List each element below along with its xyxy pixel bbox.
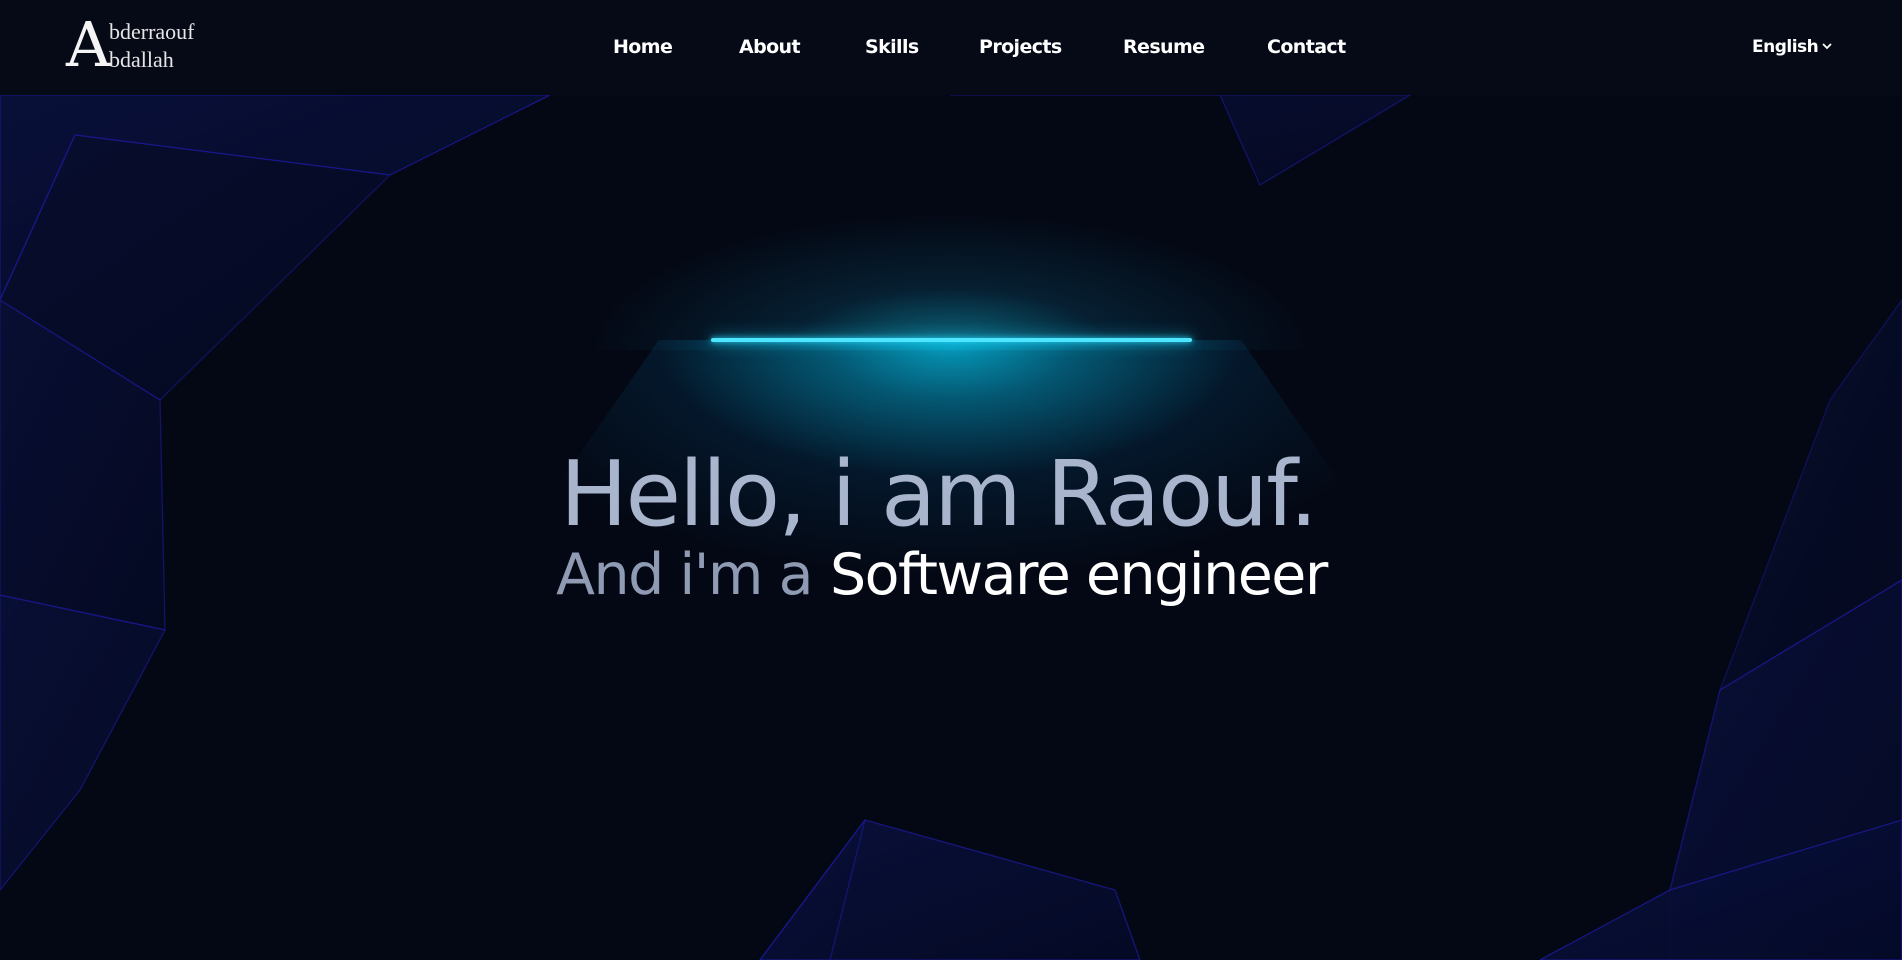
site-header: A bderraouf bdallah Home About Skills Pr… [0, 0, 1902, 95]
hero-subtitle: And i'm a Software engineer [556, 540, 1456, 610]
nav-home[interactable]: Home [613, 36, 673, 58]
chevron-down-icon [1822, 43, 1832, 50]
lamp-line [711, 338, 1192, 342]
nav-skills[interactable]: Skills [865, 36, 919, 58]
nav-projects[interactable]: Projects [979, 36, 1062, 58]
nav-resume[interactable]: Resume [1123, 36, 1205, 58]
hero-greeting: Hello, i am Raouf. [560, 442, 1318, 547]
lamp-glow [590, 130, 1310, 350]
nav-about[interactable]: About [739, 36, 801, 58]
language-label: English [1752, 37, 1819, 57]
main-nav: Home About Skills Projects Resume Contac… [0, 0, 1902, 95]
nav-contact[interactable]: Contact [1267, 36, 1346, 58]
hero-role: Software engineer [830, 542, 1328, 608]
hero-role-prefix: And i'm a [556, 542, 814, 608]
